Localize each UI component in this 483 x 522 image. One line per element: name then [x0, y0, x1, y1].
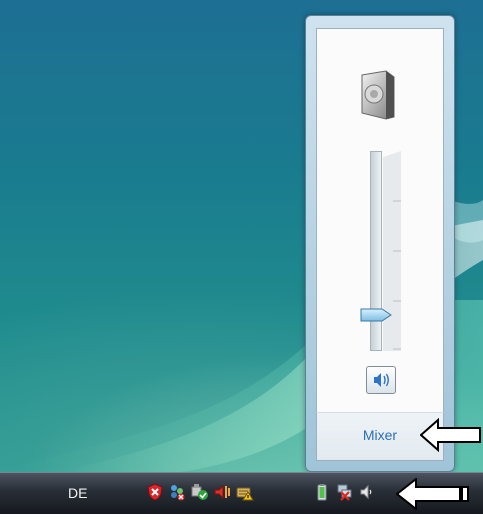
update-ok-icon[interactable]	[191, 483, 209, 501]
network-error-icon[interactable]	[168, 483, 186, 501]
volume-panel	[316, 28, 444, 414]
volume-slider-thumb[interactable]	[360, 308, 392, 322]
shield-error-icon[interactable]	[146, 483, 164, 501]
volume-tray-icon[interactable]	[358, 483, 376, 501]
mute-button[interactable]	[366, 366, 396, 394]
speaker-volume-icon	[374, 373, 389, 387]
bottom-margin	[0, 514, 483, 522]
network-disconnected-icon[interactable]	[336, 483, 354, 501]
taskbar: DE	[0, 472, 483, 515]
speaker-icon	[360, 69, 396, 121]
keyboard-warning-icon[interactable]	[236, 483, 254, 501]
left-arrow-icon	[396, 478, 469, 510]
left-arrow-icon	[420, 418, 481, 452]
language-indicator[interactable]: DE	[68, 485, 87, 501]
battery-icon[interactable]	[313, 483, 331, 501]
volume-flyout: Mixer	[305, 15, 455, 472]
volume-icon[interactable]	[213, 483, 231, 501]
